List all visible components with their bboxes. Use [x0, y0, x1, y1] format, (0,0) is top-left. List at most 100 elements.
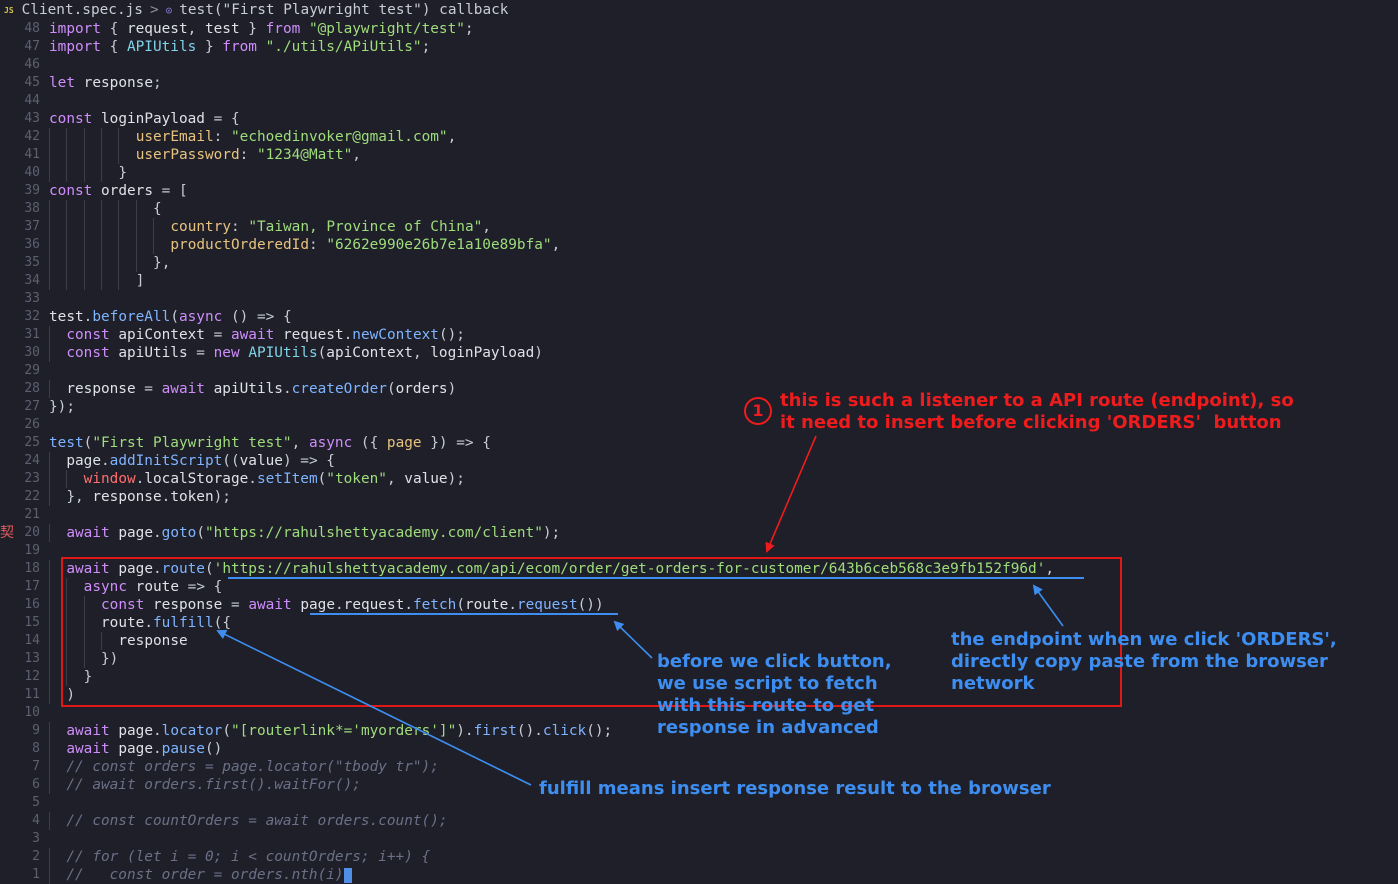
code-text: await page.goto("https://rahulshettyacad… — [66, 524, 560, 542]
function-symbol-icon: ⊙ — [165, 3, 173, 17]
code-token: "6262e990e26b7e1a10e89bfa" — [326, 237, 552, 253]
code-line[interactable]: 40} — [0, 164, 1398, 182]
code-line[interactable]: 43 const loginPayload = { — [0, 110, 1398, 128]
line-number: 38 — [24, 201, 40, 216]
line-number: 29 — [24, 363, 40, 378]
code-line[interactable]: 3 — [0, 830, 1398, 848]
code-line[interactable]: 4 // const countOrders = await orders.cou… — [0, 812, 1398, 830]
code-text: let response; — [49, 74, 162, 92]
code-text: const apiUtils = new APIUtils(apiContext… — [66, 344, 543, 362]
indent-guide — [49, 650, 50, 668]
indent-guide — [49, 272, 50, 290]
code-line[interactable]: 32 test.beforeAll(async () => { — [0, 308, 1398, 326]
indent-guide — [101, 128, 103, 146]
line-number: 9 — [32, 723, 40, 738]
code-token: const — [49, 111, 93, 127]
code-text: import { APIUtils } from "./utils/APiUti… — [49, 38, 430, 56]
code-line[interactable]: 8 await page.pause() — [0, 740, 1398, 758]
code-token: . — [282, 381, 292, 397]
code-token: ( — [222, 723, 231, 739]
indent-guide — [101, 200, 103, 218]
line-number: 36 — [24, 237, 40, 252]
code-token: { — [100, 21, 127, 37]
code-text: ] — [136, 272, 145, 290]
line-number: 26 — [24, 417, 40, 432]
code-token: }) => { — [421, 435, 491, 451]
code-line[interactable]: 39 const orders = [ — [0, 182, 1398, 200]
indent-guide — [49, 740, 50, 758]
indent-guide — [49, 614, 50, 632]
code-line[interactable]: 36 productOrderedId: "6262e990e26b7e1a10e… — [0, 236, 1398, 254]
line-number: 22 — [24, 489, 40, 504]
code-line[interactable]: 29 — [0, 362, 1398, 380]
code-line[interactable]: 22}, response.token); — [0, 488, 1398, 506]
line-number: 48 — [24, 21, 40, 36]
line-number: 14 — [24, 633, 40, 648]
code-line[interactable]: 48 import { request, test } from "@playwr… — [0, 20, 1398, 38]
indent-guide — [49, 452, 50, 470]
indent-guide — [49, 596, 50, 614]
indent-guide — [49, 128, 50, 146]
code-line[interactable]: 33 — [0, 290, 1398, 308]
line-number: 41 — [24, 147, 40, 162]
code-token: }); — [49, 399, 75, 415]
code-text: const orders = [ — [49, 182, 188, 200]
indent-guide — [49, 632, 50, 650]
line-number: 40 — [24, 165, 40, 180]
code-line[interactable]: 45 let response; — [0, 74, 1398, 92]
code-token: APIUtils — [248, 345, 318, 361]
indent-guide — [153, 218, 155, 236]
breadcrumb-file[interactable]: Client.spec.js — [22, 2, 143, 18]
code-line[interactable]: 41 userPassword: "1234@Matt", — [0, 146, 1398, 164]
code-text: test.beforeAll(async () => { — [49, 308, 292, 326]
code-line[interactable]: 44 — [0, 92, 1398, 110]
code-token: productOrderedId — [170, 237, 309, 253]
indent-guide — [135, 254, 137, 272]
line-number: 6 — [32, 777, 40, 792]
code-token: await — [66, 723, 110, 739]
code-line[interactable]: 37 country: "Taiwan, Province of China", — [0, 218, 1398, 236]
code-token: "https://rahulshettyacademy.com/client" — [204, 525, 543, 541]
indent-guide — [135, 218, 137, 236]
code-line[interactable]: 2 // for (let i = 0; i < countOrders; i++… — [0, 848, 1398, 866]
code-token: test — [49, 435, 84, 451]
code-line[interactable]: 35}, — [0, 254, 1398, 272]
code-line[interactable]: 21 — [0, 506, 1398, 524]
line-number: 23 — [24, 471, 40, 486]
code-line[interactable]: 30 const apiUtils = new APIUtils(apiConte… — [0, 344, 1398, 362]
code-token: import — [49, 39, 101, 55]
code-token: ( — [196, 525, 205, 541]
code-editor[interactable]: 48 import { request, test } from "@playwr… — [0, 20, 1398, 884]
code-line[interactable]: 23 window.localStorage.setItem("token", v… — [0, 470, 1398, 488]
code-line[interactable]: 38 { — [0, 200, 1398, 218]
code-line[interactable]: 1 // const order = orders.nth(i) — [0, 866, 1398, 884]
code-line[interactable]: 20 契 await page.goto("https://rahulshettya… — [0, 524, 1398, 542]
code-line[interactable]: 42 userEmail: "echoedinvoker@gmail.com", — [0, 128, 1398, 146]
indent-guide — [135, 200, 137, 218]
line-number: 33 — [24, 291, 40, 306]
indent-guide — [101, 272, 103, 290]
code-line[interactable]: 46 — [0, 56, 1398, 74]
code-line[interactable]: 47 import { APIUtils } from "./utils/APiU… — [0, 38, 1398, 56]
code-token: "[routerlink*='myorders']" — [230, 723, 457, 739]
code-token: loginPayload — [101, 111, 205, 127]
code-line[interactable]: 7 // const orders = page.locator("tbody t… — [0, 758, 1398, 776]
code-line[interactable]: 25 test("First Playwright test", async ({… — [0, 434, 1398, 452]
breadcrumb-symbol[interactable]: test("First Playwright test") callback — [179, 2, 508, 18]
code-text: // const orders = page.locator("tbody tr… — [66, 758, 439, 776]
code-line[interactable]: 31 const apiContext = await request.newCo… — [0, 326, 1398, 344]
line-number: 34 — [24, 273, 40, 288]
code-line[interactable]: 34] — [0, 272, 1398, 290]
code-line[interactable]: 24 page.addInitScript((value) => { — [0, 452, 1398, 470]
code-token: ; — [421, 39, 431, 55]
indent-guide — [83, 272, 85, 290]
code-token: ) => { — [282, 453, 335, 469]
code-token: ( — [386, 381, 396, 397]
code-token: userPassword — [135, 147, 240, 163]
indent-guide — [49, 758, 50, 776]
line-number: 25 — [24, 435, 40, 450]
code-token: (( — [222, 453, 240, 469]
